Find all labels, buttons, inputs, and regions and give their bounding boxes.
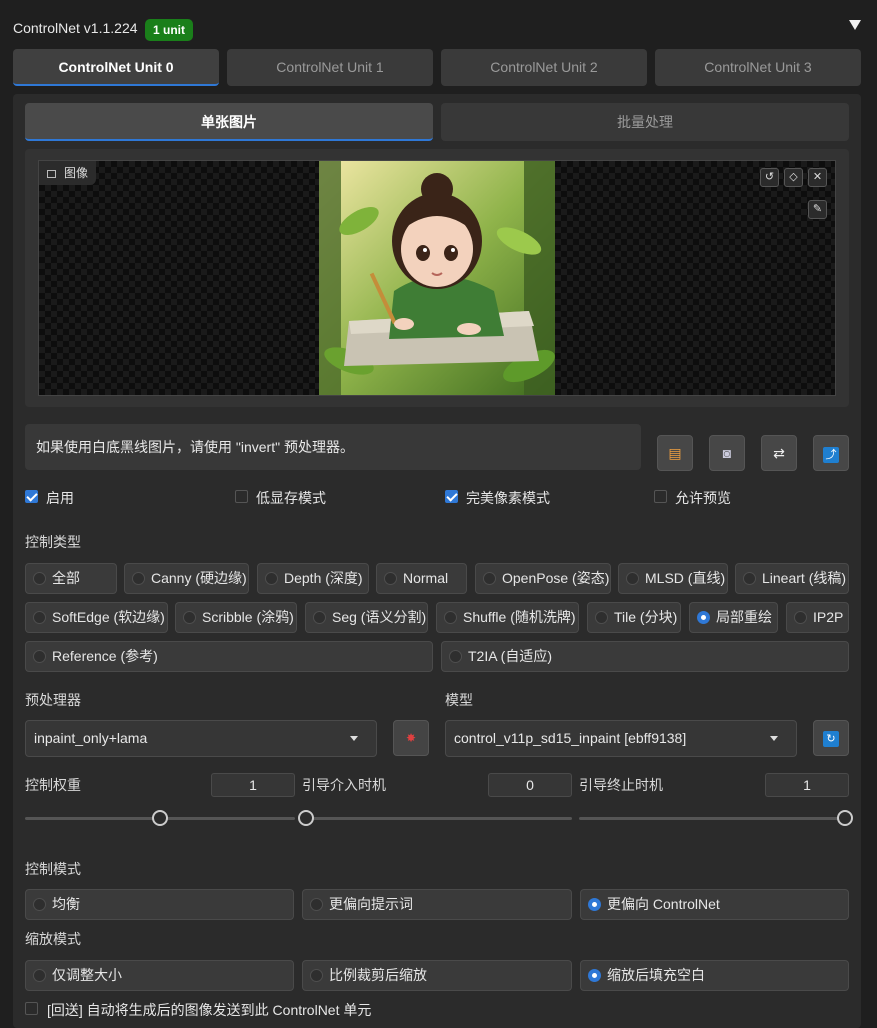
low-vram-checkbox[interactable] [235, 490, 248, 503]
resize-mode-crop[interactable]: 比例裁剪后缩放 [302, 960, 572, 991]
allow-preview-label: 允许预览 [675, 490, 731, 506]
low-vram-label: 低显存模式 [256, 490, 326, 506]
control-type-option[interactable]: Normal [376, 563, 467, 594]
tab-batch[interactable]: 批量处理 [441, 103, 849, 141]
run-preprocessor-icon[interactable]: ✸ [393, 720, 429, 756]
control-mode-balanced[interactable]: 均衡 [25, 889, 294, 920]
control-mode-prompt[interactable]: 更偏向提示词 [302, 889, 572, 920]
control-type-option[interactable]: SoftEdge (软边缘) [25, 602, 168, 633]
tab-unit-1[interactable]: ControlNet Unit 1 [227, 49, 433, 86]
image-label-text: 图像 [64, 166, 89, 180]
preprocessor-dropdown[interactable]: inpaint_only+lama [25, 720, 377, 757]
collapse-triangle-icon[interactable] [849, 20, 861, 30]
guidance-end-thumb[interactable] [837, 810, 853, 826]
control-type-option[interactable]: Seg (语义分割) [305, 602, 428, 633]
send-dimensions-glyph: ⤴ [823, 447, 839, 463]
guidance-start-label: 引导介入时机 [302, 777, 386, 793]
refresh-glyph: ↻ [823, 731, 839, 747]
model-dropdown[interactable]: control_v11p_sd15_inpaint [ebff9138] [445, 720, 797, 757]
resize-mode-label: 缩放模式 [25, 931, 81, 947]
new-canvas-icon[interactable]: ▤ [657, 435, 693, 471]
control-type-option[interactable]: Reference (参考) [25, 641, 433, 672]
chevron-down-icon [770, 736, 778, 741]
guidance-end-input[interactable]: 1 [765, 773, 849, 797]
control-type-label: 控制类型 [25, 534, 81, 550]
brush-icon[interactable]: ✎ [808, 200, 827, 219]
control-type-option[interactable]: OpenPose (姿态) [475, 563, 611, 594]
panel-title[interactable]: ControlNet v1.1.224 [13, 20, 138, 36]
refresh-models-icon[interactable]: ↻ [813, 720, 849, 756]
model-value: control_v11p_sd15_inpaint [ebff9138] [454, 730, 687, 746]
tab-single-image[interactable]: 单张图片 [25, 103, 433, 141]
preprocessor-value: inpaint_only+lama [34, 730, 148, 746]
image-icon [47, 169, 56, 178]
control-type-option[interactable]: Scribble (涂鸦) [175, 602, 297, 633]
enable-checkbox[interactable] [25, 490, 38, 503]
pixel-perfect-label: 完美像素模式 [466, 490, 550, 506]
invert-hint: 如果使用白底黑线图片，请使用 "invert" 预处理器。 [25, 424, 641, 470]
swap-icon[interactable]: ⇄ [761, 435, 797, 471]
control-type-option[interactable]: Canny (硬边缘) [124, 563, 249, 594]
model-label: 模型 [445, 692, 473, 708]
chevron-down-icon [350, 736, 358, 741]
control-type-option[interactable]: Shuffle (随机洗牌) [436, 602, 579, 633]
close-icon[interactable]: ✕ [808, 168, 827, 187]
control-type-option[interactable]: Depth (深度) [257, 563, 369, 594]
guidance-end-label: 引导终止时机 [579, 777, 663, 793]
guidance-end-slider[interactable] [579, 817, 849, 820]
control-type-option[interactable]: Lineart (线稿) [735, 563, 849, 594]
control-type-option[interactable]: MLSD (直线) [618, 563, 728, 594]
preprocessor-label: 预处理器 [25, 692, 81, 708]
eraser-icon[interactable]: ◇ [784, 168, 803, 187]
guidance-start-slider[interactable] [302, 817, 572, 820]
image-label: 图像 [39, 161, 97, 185]
guidance-start-thumb[interactable] [298, 810, 314, 826]
control-type-option[interactable]: T2IA (自适应) [441, 641, 849, 672]
input-image[interactable] [319, 161, 555, 395]
tab-unit-2[interactable]: ControlNet Unit 2 [441, 49, 647, 86]
control-mode-controlnet[interactable]: 更偏向 ControlNet [580, 889, 849, 920]
camera-icon[interactable]: ◙ [709, 435, 745, 471]
control-weight-label: 控制权重 [25, 777, 81, 793]
resize-mode-just-resize[interactable]: 仅调整大小 [25, 960, 294, 991]
control-type-option[interactable]: IP2P [786, 602, 849, 633]
reset-icon[interactable]: ↺ [760, 168, 779, 187]
control-weight-thumb[interactable] [152, 810, 168, 826]
guidance-start-input[interactable]: 0 [488, 773, 572, 797]
unit-count-badge: 1 unit [145, 19, 193, 41]
control-weight-input[interactable]: 1 [211, 773, 295, 797]
enable-label: 启用 [46, 490, 74, 506]
tab-unit-0[interactable]: ControlNet Unit 0 [13, 49, 219, 86]
loopback-checkbox[interactable] [25, 1002, 38, 1015]
loopback-label: [回送] 自动将生成后的图像发送到此 ControlNet 单元 [47, 1002, 372, 1018]
send-dimensions-icon[interactable]: ⤴ [813, 435, 849, 471]
resize-mode-fill[interactable]: 缩放后填充空白 [580, 960, 849, 991]
control-type-option-inpaint[interactable]: 局部重绘 [689, 602, 778, 633]
pixel-perfect-checkbox[interactable] [445, 490, 458, 503]
allow-preview-checkbox[interactable] [654, 490, 667, 503]
control-type-option[interactable]: Tile (分块) [587, 602, 681, 633]
control-type-option[interactable]: 全部 [25, 563, 117, 594]
tab-unit-3[interactable]: ControlNet Unit 3 [655, 49, 861, 86]
control-mode-label: 控制模式 [25, 861, 81, 877]
